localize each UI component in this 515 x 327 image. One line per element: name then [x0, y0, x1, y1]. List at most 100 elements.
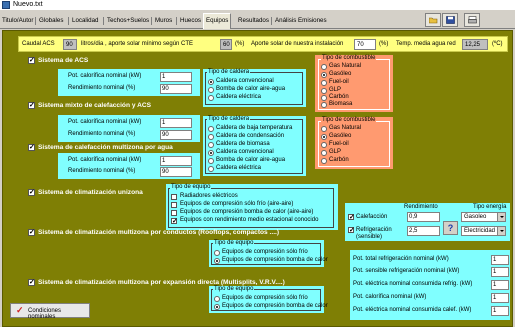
agua-rendimiento-label: Rendimiento nominal (%) [68, 168, 136, 174]
tab-titulo-autor[interactable]: Titulo/Autor [0, 14, 35, 28]
unizona-equipo-title: Tipo de equipo [170, 184, 212, 190]
expansion-equipo-title: Tipo de equipo [213, 286, 255, 292]
print-button[interactable] [464, 13, 480, 27]
tab-analisis-emisiones[interactable]: Análisis Emisiones [273, 14, 329, 28]
mixto-comb-radio[interactable] [321, 142, 327, 148]
mixto-rendimiento-input[interactable]: 90 [160, 130, 192, 140]
acs-title: Sistema de ACS [38, 57, 89, 64]
potencia-input[interactable]: 1 [491, 306, 509, 316]
unizona-checkbox[interactable] [28, 188, 35, 196]
acs-comb-radio[interactable] [321, 102, 327, 108]
calefaccion-rendimiento-input[interactable]: 0,9 [407, 212, 440, 222]
acs-comb-option: Gasóleo [329, 71, 352, 77]
temp-unit: (ºC) [492, 41, 503, 47]
acs-potencia-input[interactable]: 1 [160, 72, 192, 82]
acs-caldera-radio[interactable] [208, 87, 214, 93]
conductos-radio[interactable] [214, 258, 220, 264]
mixto-caldera-panel: Tipo de caldera Caldera de baja temperat… [203, 116, 306, 176]
condiciones-nominales-button[interactable]: ✓ Condiciones nominales [10, 303, 90, 320]
calefaccion-checkbox[interactable] [348, 213, 355, 221]
mixto-caldera-radio[interactable] [208, 166, 214, 172]
open-folder-icon [429, 17, 438, 24]
refrigeracion-energia-select[interactable]: Electricidad [461, 226, 506, 236]
mixto-caldera-radio[interactable] [208, 158, 214, 164]
unizona-option-checkbox[interactable] [171, 202, 177, 208]
agua-checkbox[interactable] [28, 143, 35, 151]
acs-comb-radio[interactable] [321, 88, 327, 94]
tab-equipos[interactable]: Equipos [203, 13, 232, 29]
acs-caldera-option: Caldera convencional [216, 78, 274, 84]
min-solar-input[interactable]: 60 [220, 39, 232, 50]
expansion-radio[interactable] [214, 304, 220, 310]
acs-rendimiento-input[interactable]: 90 [160, 84, 192, 94]
tab-localidad[interactable]: Localidad [70, 14, 101, 28]
tab-globales[interactable]: Globales [37, 14, 65, 28]
expansion-option: Equipos de compresión bomba de calor [222, 303, 328, 309]
mixto-params-panel: Pot. calorífica nominal (kW) 1 Rendimien… [58, 115, 200, 142]
mixto-comb-radio[interactable] [321, 158, 327, 164]
acs-checkbox[interactable] [28, 56, 35, 64]
refrigeracion-checkbox[interactable] [348, 226, 355, 234]
temp-input[interactable]: 12,25 [462, 39, 488, 50]
acs-caldera-radio[interactable] [208, 95, 214, 101]
tab-huecos[interactable]: Huecos [178, 14, 203, 28]
mixto-caldera-radio[interactable] [208, 134, 214, 140]
refrigeracion-rendimiento-input[interactable]: 2,5 [407, 226, 440, 236]
acs-combustible-title: Tipo de combustible [321, 55, 377, 61]
potencia-input[interactable]: 1 [491, 267, 509, 277]
unizona-option-checkbox[interactable] [171, 210, 177, 216]
acs-comb-radio[interactable] [321, 72, 327, 78]
tab-separator [35, 17, 36, 25]
chevron-down-icon [497, 227, 505, 235]
potencia-input[interactable]: 1 [491, 280, 509, 290]
potencia-input[interactable]: 1 [491, 293, 509, 303]
potencia-label: Pot. sensible refrigeración nominal (kW) [353, 268, 460, 274]
agua-title: Sistema de calefacción multizona por agu… [38, 144, 173, 151]
help-button[interactable]: ? [443, 221, 458, 235]
mixto-comb-radio[interactable] [321, 126, 327, 132]
acs-params-panel: Pot. calorífica nominal (kW) 1 Rendimien… [58, 69, 200, 96]
acs-comb-radio[interactable] [321, 95, 327, 101]
expansion-checkbox[interactable] [28, 278, 35, 286]
conductos-checkbox[interactable] [28, 228, 35, 236]
acs-comb-radio[interactable] [321, 80, 327, 86]
acs-caldera-radio[interactable] [208, 79, 214, 85]
acs-comb-radio[interactable] [321, 64, 327, 70]
expansion-radio[interactable] [214, 296, 220, 302]
unizona-option: Equipos de compresión sólo frío (aire-ai… [180, 201, 294, 207]
acs-caldera-option: Caldera eléctrica [216, 94, 262, 100]
calefaccion-energia-value: Gasoleo [464, 214, 487, 220]
tab-resultados[interactable]: Resultados [236, 14, 271, 28]
app-icon [2, 1, 10, 9]
acs-comb-option: Gas Natural [329, 63, 362, 69]
condiciones-nominales-label: Condiciones nominales [28, 308, 62, 320]
agua-rendimiento-input[interactable]: 90 [160, 167, 192, 177]
acs-caldera-title: Tipo de caldera [207, 69, 251, 75]
mixto-caldera-option: Caldera de condensación [216, 133, 285, 139]
open-button[interactable] [425, 13, 441, 27]
unizona-equipo-panel: Tipo de equipo Radiadores eléctricos Equ… [166, 184, 338, 230]
installation-solar-input[interactable]: 70 [354, 39, 376, 50]
caudal-input[interactable]: 90 [63, 39, 77, 50]
mixto-comb-radio[interactable] [321, 150, 327, 156]
potencia-input[interactable]: 1 [491, 255, 509, 265]
mixto-caldera-radio[interactable] [208, 126, 214, 132]
conductos-radio[interactable] [214, 250, 220, 256]
tab-muros[interactable]: Muros [153, 14, 174, 28]
unizona-option-checkbox[interactable] [171, 217, 178, 225]
unizona-option: Equipos con rendimiento medio estacional… [180, 217, 319, 223]
unizona-option-checkbox[interactable] [171, 194, 177, 200]
mixto-title: Sistema mixto de calefacción y ACS [38, 102, 151, 109]
agua-potencia-input[interactable]: 1 [160, 156, 192, 166]
mixto-comb-radio[interactable] [321, 134, 327, 140]
mixto-caldera-radio[interactable] [208, 142, 214, 148]
calefaccion-energia-select[interactable]: Gasoleo [461, 212, 506, 222]
tab-techos-suelos[interactable]: Techos+Suelos [105, 14, 151, 28]
conductos-option: Equipos de compresión sólo frío [222, 249, 308, 255]
mixto-potencia-input[interactable]: 1 [160, 118, 192, 128]
mixto-caldera-option: Caldera de biomasa [216, 141, 270, 147]
mixto-comb-option: Fuel-oil [329, 141, 349, 147]
mixto-caldera-radio[interactable] [208, 150, 214, 156]
save-button[interactable] [442, 13, 458, 27]
mixto-checkbox[interactable] [28, 101, 35, 109]
